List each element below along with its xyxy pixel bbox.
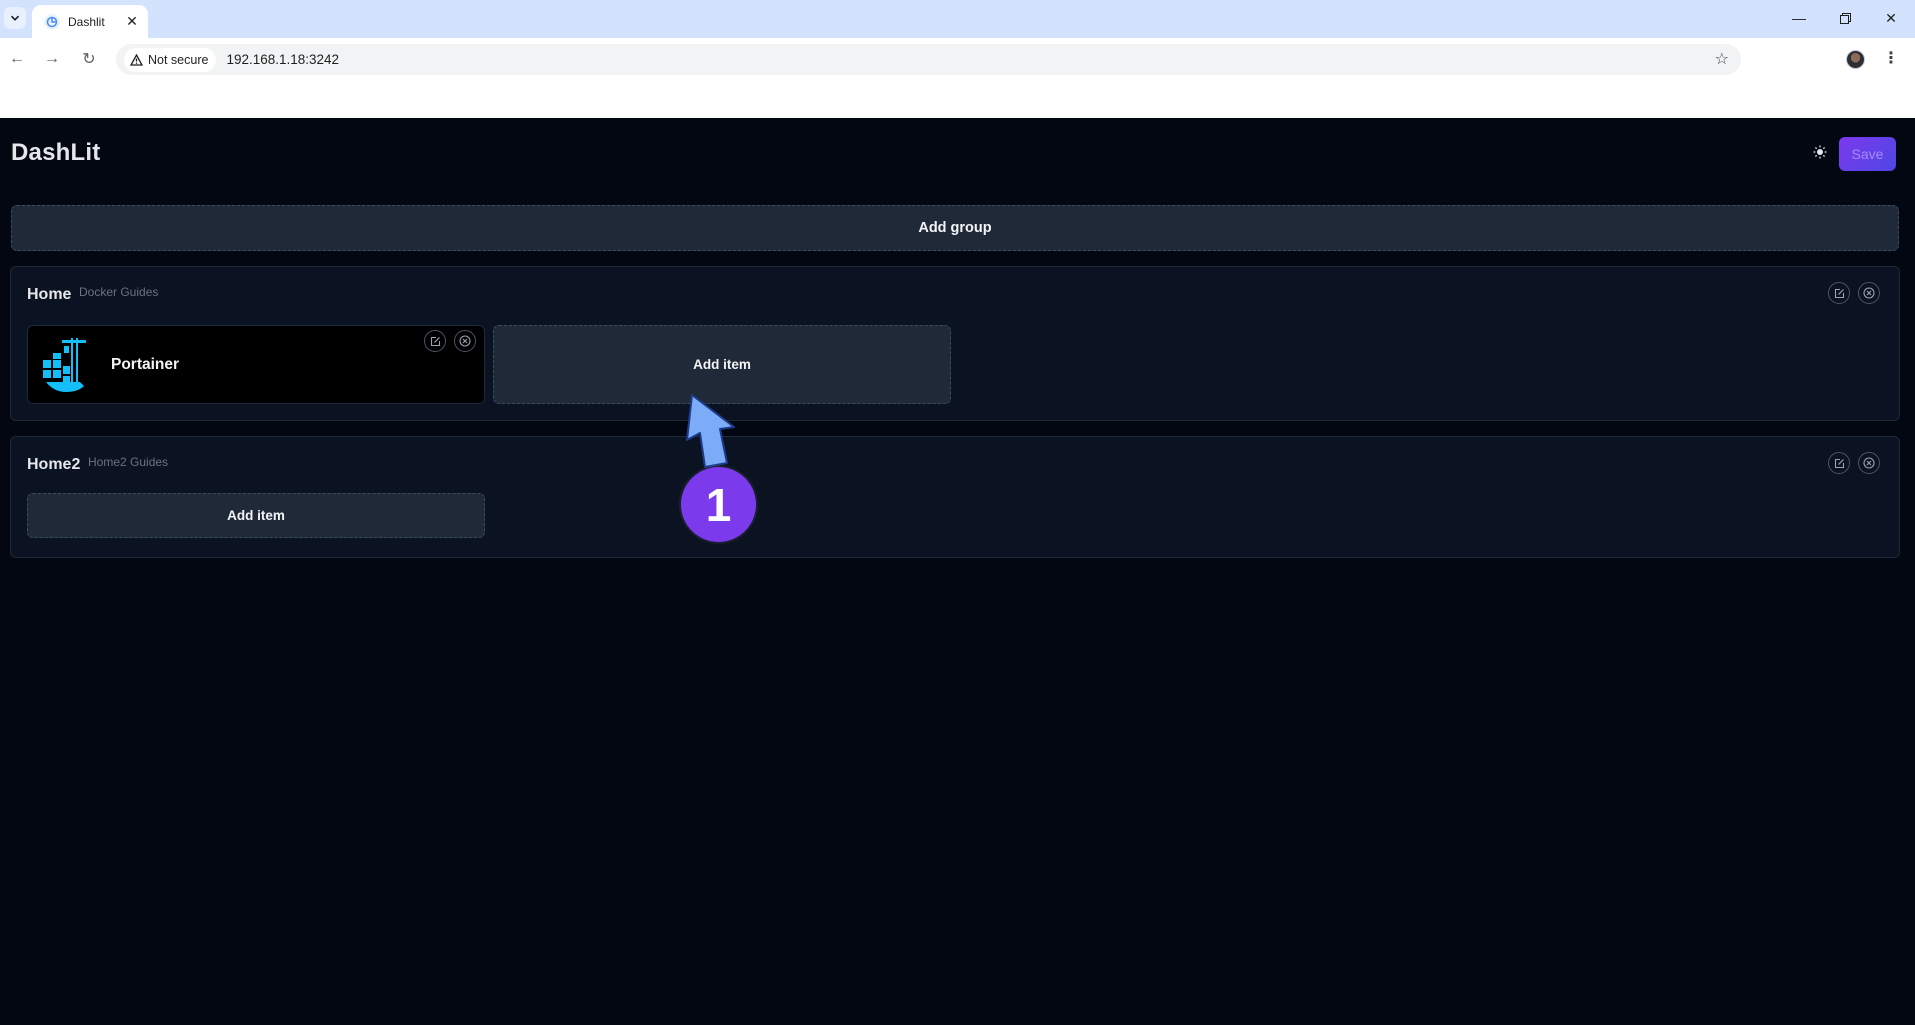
delete-group-button[interactable] xyxy=(1858,452,1880,474)
app-title: DashLit xyxy=(11,139,101,166)
group-subtitle: Home2 Guides xyxy=(88,455,169,469)
theme-toggle-sun-icon[interactable] xyxy=(1812,144,1828,160)
browser-tab[interactable]: Dashlit ✕ xyxy=(32,5,148,38)
item-card-portainer[interactable]: Portainer xyxy=(27,325,485,404)
browser-toolbar: ← → ↻ Not secure 192.168.1.18:3242 ☆ ⋮ xyxy=(0,38,1915,80)
security-chip[interactable]: Not secure xyxy=(124,47,217,72)
restore-icon[interactable] xyxy=(1822,6,1868,30)
close-circle-icon xyxy=(1863,457,1875,469)
group-home2: Home2 Home2 Guides Add item xyxy=(10,436,1900,558)
edit-item-button[interactable] xyxy=(424,330,446,352)
add-item-button[interactable]: Add item xyxy=(27,493,485,538)
profile-avatar[interactable] xyxy=(1846,50,1865,69)
edit-group-button[interactable] xyxy=(1828,282,1850,304)
url-text[interactable]: 192.168.1.18:3242 xyxy=(226,52,339,67)
group-title: Home xyxy=(27,286,72,303)
close-window-icon[interactable]: ✕ xyxy=(1868,6,1914,30)
dashboard: DashLit Save Add group Home Docker Guide… xyxy=(0,118,1915,1025)
edit-icon xyxy=(1834,288,1844,298)
bookmark-star-icon[interactable]: ☆ xyxy=(1715,49,1729,69)
tab-title: Dashlit xyxy=(68,14,105,29)
browser-menu-icon[interactable]: ⋮ xyxy=(1883,48,1899,68)
add-group-button[interactable]: Add group xyxy=(11,205,1899,251)
reload-icon[interactable]: ↻ xyxy=(77,47,101,71)
security-label: Not secure xyxy=(148,52,209,67)
browser-bookmarks-area xyxy=(0,80,1915,118)
delete-item-button[interactable] xyxy=(454,330,476,352)
warning-icon xyxy=(130,53,143,66)
group-home: Home Docker Guides Portainer Add item xyxy=(10,266,1900,421)
edit-icon xyxy=(430,336,440,346)
tab-search-button[interactable] xyxy=(4,7,26,29)
close-circle-icon xyxy=(1863,287,1875,299)
group-subtitle: Docker Guides xyxy=(79,285,159,299)
chevron-down-icon xyxy=(10,15,20,21)
dashlit-favicon-icon xyxy=(44,13,60,30)
delete-group-button[interactable] xyxy=(1858,282,1880,304)
item-name: Portainer xyxy=(111,356,180,373)
forward-icon[interactable]: → xyxy=(40,47,64,71)
back-icon[interactable]: ← xyxy=(5,47,29,71)
close-circle-icon xyxy=(459,335,471,347)
minimize-icon[interactable]: — xyxy=(1776,6,1822,30)
save-button[interactable]: Save xyxy=(1839,137,1896,171)
step-number-badge: 1 xyxy=(681,467,756,542)
edit-group-button[interactable] xyxy=(1828,452,1850,474)
tab-close-icon[interactable]: ✕ xyxy=(124,13,140,30)
address-bar[interactable]: Not secure 192.168.1.18:3242 ☆ xyxy=(116,44,1741,75)
browser-tabstrip: Dashlit ✕ — ✕ xyxy=(0,0,1915,38)
group-title: Home2 xyxy=(27,456,81,473)
edit-icon xyxy=(1834,458,1844,468)
portainer-logo-icon xyxy=(43,338,86,392)
